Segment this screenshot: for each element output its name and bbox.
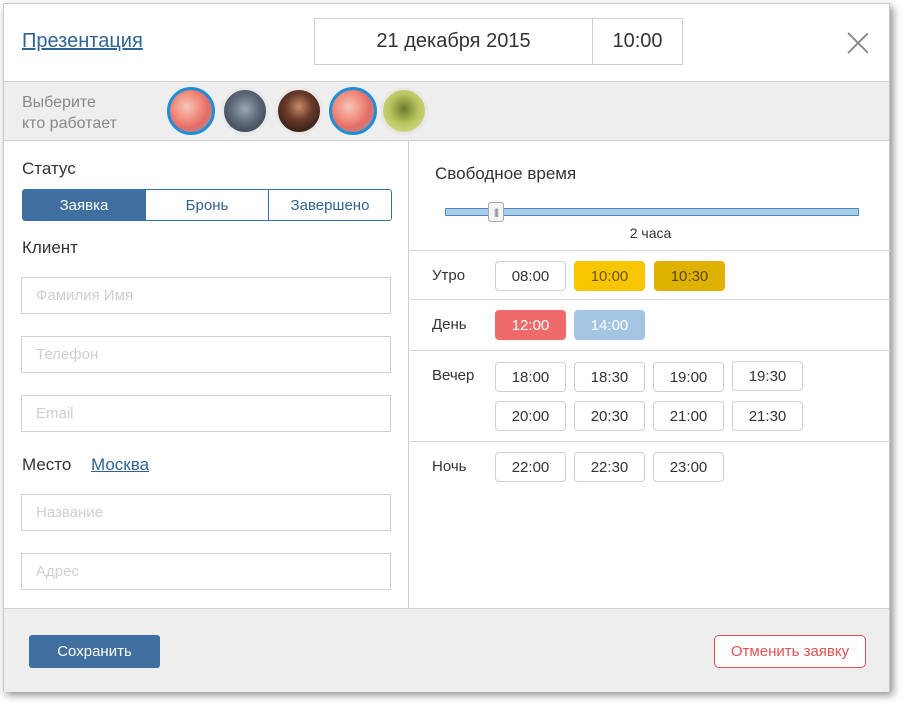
time-slot[interactable]: 08:00 [495, 261, 566, 291]
status-option-booking[interactable]: Бронь [145, 190, 268, 220]
free-time-slider[interactable] [445, 208, 859, 216]
period-label-night: Ночь [432, 458, 467, 475]
address-input[interactable] [21, 553, 391, 590]
city-link[interactable]: Москва [91, 455, 149, 475]
time-slot[interactable]: 20:30 [574, 401, 645, 431]
time-slot[interactable]: 18:00 [495, 362, 566, 392]
time-slot[interactable]: 22:00 [495, 452, 566, 482]
close-icon[interactable] [847, 32, 869, 54]
period-label-morning: Утро [432, 267, 466, 284]
time-slot[interactable]: 22:30 [574, 452, 645, 482]
time-slot[interactable]: 19:30 [732, 361, 803, 391]
client-name-input[interactable] [21, 277, 391, 314]
place-name-input[interactable] [21, 494, 391, 531]
appointment-dialog: Презентация 21 декабря 2015 10:00 Выбери… [3, 3, 891, 692]
period-label-day: День [432, 316, 467, 333]
workers-label: Выберите кто работает [22, 92, 152, 134]
status-option-completed[interactable]: Завершено [268, 190, 391, 220]
schedule-panel: Свободное время ||| 2 часа Утро 08:00 10… [410, 141, 891, 608]
email-input[interactable] [21, 395, 391, 432]
period-label-evening: Вечер [432, 367, 475, 384]
time-field[interactable]: 10:00 [592, 18, 683, 65]
time-slot[interactable]: 20:00 [495, 401, 566, 431]
time-slot[interactable]: 19:00 [653, 362, 724, 392]
service-title-link[interactable]: Презентация [22, 30, 143, 53]
worker-avatar[interactable] [329, 87, 377, 135]
free-time-title: Свободное время [435, 164, 577, 183]
workers-bar: Выберите кто работает [4, 82, 889, 141]
divider [410, 441, 891, 442]
phone-input[interactable] [21, 336, 391, 373]
client-label: Клиент [22, 238, 78, 257]
time-slot[interactable]: 23:00 [653, 452, 724, 482]
workers-label-line2: кто работает [22, 115, 117, 132]
time-slot[interactable]: 10:00 [574, 261, 645, 291]
dialog-footer: Сохранить Отменить заявку [4, 608, 889, 692]
time-slot[interactable]: 10:30 [654, 261, 725, 291]
save-button[interactable]: Сохранить [29, 635, 160, 668]
date-field[interactable]: 21 декабря 2015 [314, 18, 593, 65]
worker-avatar[interactable] [380, 87, 428, 135]
time-slot[interactable]: 21:30 [732, 401, 803, 431]
worker-avatar[interactable] [275, 87, 323, 135]
divider [410, 350, 891, 351]
time-slot[interactable]: 14:00 [574, 310, 645, 340]
divider [410, 250, 891, 251]
time-slot[interactable]: 21:00 [653, 401, 724, 431]
slider-thumb[interactable]: ||| [488, 202, 504, 222]
place-label: Место [22, 455, 72, 474]
status-segmented-control: Заявка Бронь Завершено [22, 189, 392, 221]
free-time-value: 2 часа [629, 225, 672, 241]
workers-label-line1: Выберите [22, 94, 96, 111]
worker-avatar[interactable] [167, 87, 215, 135]
worker-avatar[interactable] [221, 87, 269, 135]
time-slot[interactable]: 12:00 [495, 310, 566, 340]
cancel-request-button[interactable]: Отменить заявку [714, 635, 866, 668]
divider [410, 299, 891, 300]
dialog-header: Презентация 21 декабря 2015 10:00 [4, 4, 889, 82]
time-slot[interactable]: 18:30 [574, 362, 645, 392]
status-option-application[interactable]: Заявка [23, 190, 145, 220]
client-panel: Статус Заявка Бронь Завершено Клиент Мес… [4, 141, 409, 608]
status-label: Статус [22, 159, 76, 178]
